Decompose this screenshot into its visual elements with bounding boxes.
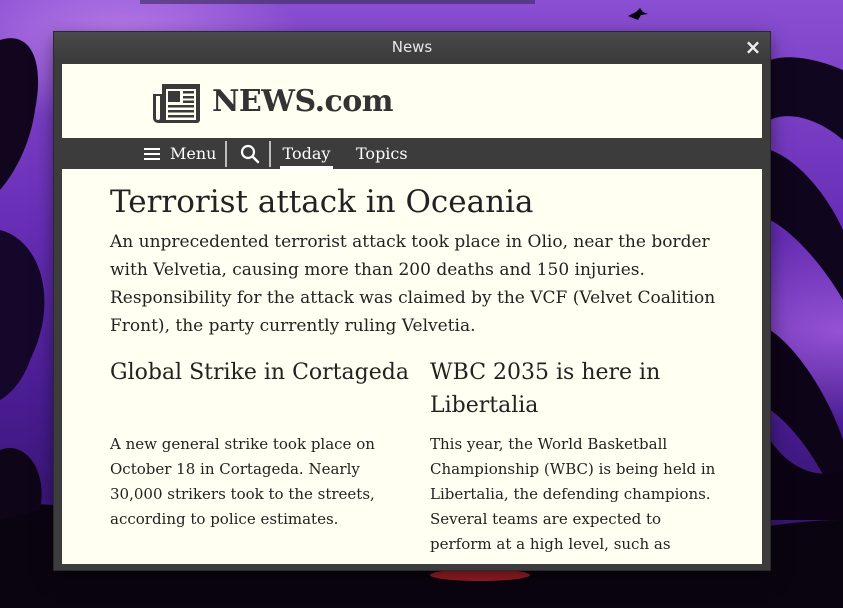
menu-button[interactable]: Menu <box>144 138 216 169</box>
window-titlebar[interactable]: News × <box>54 32 770 62</box>
window-title: News <box>391 38 433 56</box>
nav-bar: Menu Today Topics <box>62 138 762 169</box>
newspaper-icon <box>153 84 200 123</box>
article-body-strike: A new general strike took place on Octob… <box>110 435 375 528</box>
menu-label: Menu <box>170 144 217 163</box>
site-logo[interactable]: NEWS.com <box>212 84 394 119</box>
article-body-wbc: This year, the World Basketball Champion… <box>430 435 716 553</box>
main-headline[interactable]: Terrorist attack in Oceania <box>110 182 730 222</box>
main-lead: An unprecedented terrorist attack took p… <box>110 232 716 336</box>
site-header: NEWS.com <box>62 64 762 138</box>
page-viewport: NEWS.com Menu Today Topics Terrorist att… <box>62 64 762 564</box>
news-window: News × NEWS.com Menu Today Topics Terror… <box>54 32 770 570</box>
hamburger-icon <box>144 147 160 160</box>
nav-divider <box>269 141 271 167</box>
nav-divider <box>225 141 227 167</box>
article-title-strike[interactable]: Global Strike in Cortageda <box>110 356 410 389</box>
tab-topics[interactable]: Topics <box>356 138 408 169</box>
article-title-wbc[interactable]: WBC 2035 is here in Libertalia <box>430 356 720 422</box>
close-icon[interactable]: × <box>744 37 762 57</box>
tab-today[interactable]: Today <box>280 138 333 169</box>
search-icon[interactable] <box>240 144 260 164</box>
